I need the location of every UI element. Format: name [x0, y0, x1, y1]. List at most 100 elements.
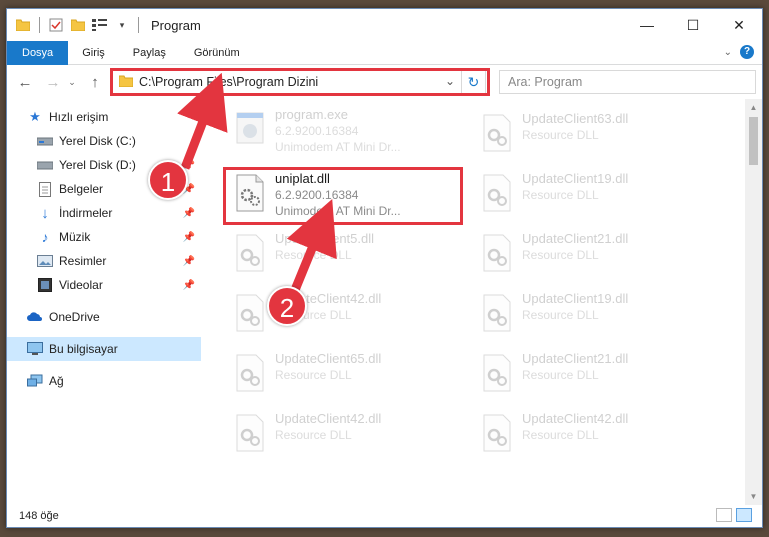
step-1-badge: 1	[148, 160, 188, 200]
sidebar-item-label: Ağ	[49, 374, 64, 388]
new-folder-icon[interactable]	[70, 17, 86, 33]
file-item[interactable]: program.exe 6.2.9200.16384 Unimodem AT M…	[215, 103, 445, 159]
customize-qat-chevron-icon[interactable]: ▾	[114, 17, 130, 33]
address-dropdown-chevron-icon[interactable]: ⌄	[445, 74, 455, 88]
file-name: UpdateClient21.dll	[522, 351, 629, 366]
refresh-button[interactable]: ↻	[462, 70, 486, 94]
help-icon[interactable]: ?	[740, 45, 754, 59]
sidebar-item-onedrive[interactable]: OneDrive	[7, 305, 201, 329]
file-type: Resource DLL	[275, 428, 352, 442]
music-icon: ♪	[41, 229, 49, 245]
ribbon-tabs: Dosya Giriş Paylaş Görünüm ⌄ ?	[7, 40, 762, 65]
dll-file-icon	[480, 173, 514, 213]
file-item-selected[interactable]: uniplat.dll 6.2.9200.16384 Unimodem AT M…	[215, 167, 445, 223]
download-icon: ↓	[41, 204, 49, 222]
minimize-button[interactable]: —	[624, 9, 670, 41]
vertical-scrollbar[interactable]: ▲ ▼	[745, 99, 762, 505]
pin-icon[interactable]: 📌	[183, 256, 195, 267]
file-item[interactable]: UpdateClient63.dll Resource DLL	[462, 107, 692, 163]
divider	[138, 17, 139, 33]
back-arrow-icon[interactable]: ←	[11, 74, 39, 91]
exe-file-icon	[233, 109, 267, 149]
drive-icon	[37, 157, 53, 173]
drive-icon	[37, 133, 53, 149]
sidebar-item-music[interactable]: ♪ Müzik 📌	[7, 225, 201, 249]
file-description: Unimodem AT Mini Dr...	[275, 140, 401, 154]
scrollbar-thumb[interactable]	[749, 117, 758, 165]
window-controls: — ☐ ✕	[624, 9, 762, 41]
computer-icon	[27, 341, 43, 357]
navigation-bar: ← → ⌄ ↑ C:\Program Files\Program Dizini …	[7, 65, 762, 99]
dll-file-icon	[480, 353, 514, 393]
main-area: ★ Hızlı erişim Yerel Disk (C:) Yerel Dis…	[7, 99, 762, 505]
file-item[interactable]: UpdateClient42.dll Resource DLL	[215, 287, 445, 343]
sidebar-item-label: Yerel Disk (D:)	[59, 158, 136, 172]
dll-file-icon	[480, 413, 514, 453]
tab-view[interactable]: Görünüm	[180, 41, 254, 65]
file-type: Resource DLL	[522, 248, 599, 262]
file-name: UpdateClient5.dll	[275, 231, 375, 246]
sidebar-item-label: Yerel Disk (C:)	[59, 134, 136, 148]
details-view-button[interactable]	[716, 508, 732, 522]
close-button[interactable]: ✕	[716, 9, 762, 41]
file-item[interactable]: UpdateClient21.dll Resource DLL	[462, 347, 692, 403]
sidebar-item-network[interactable]: Ağ	[7, 369, 201, 393]
tiles-view-button[interactable]	[736, 508, 752, 522]
sidebar-item-quick-access[interactable]: ★ Hızlı erişim	[7, 105, 201, 129]
title-bar: ▾ Program — ☐ ✕	[7, 9, 762, 41]
sidebar-item-label: Videolar	[59, 278, 103, 292]
file-item[interactable]: UpdateClient42.dll Resource DLL	[215, 407, 445, 463]
file-item[interactable]: UpdateClient19.dll Resource DLL	[462, 167, 692, 223]
pictures-icon	[37, 253, 53, 269]
properties-icon[interactable]	[48, 17, 64, 33]
view-options-icon[interactable]	[92, 17, 108, 33]
scroll-up-arrow-icon[interactable]: ▲	[745, 103, 762, 112]
sidebar-item-this-pc[interactable]: Bu bilgisayar	[7, 337, 201, 361]
sidebar-item-downloads[interactable]: ↓ İndirmeler 📌	[7, 201, 201, 225]
pin-icon[interactable]: 📌	[183, 208, 195, 219]
pin-icon[interactable]: 📌	[183, 232, 195, 243]
star-icon: ★	[29, 109, 41, 124]
file-item[interactable]: UpdateClient19.dll Resource DLL	[462, 287, 692, 343]
dll-file-icon	[480, 233, 514, 273]
sidebar-item-label: Hızlı erişim	[49, 110, 109, 124]
sidebar-item-label: OneDrive	[49, 310, 100, 324]
tab-share[interactable]: Paylaş	[119, 41, 180, 65]
pin-icon[interactable]: 📌	[183, 280, 195, 291]
search-input[interactable]: Ara: Program	[499, 70, 756, 94]
network-icon	[27, 373, 43, 389]
quick-access-toolbar: ▾	[7, 17, 141, 33]
scroll-down-arrow-icon[interactable]: ▼	[745, 492, 762, 501]
sidebar-item-videos[interactable]: Videolar 📌	[7, 273, 201, 297]
file-name: uniplat.dll	[275, 171, 330, 186]
file-type: Resource DLL	[522, 368, 599, 382]
file-type: Resource DLL	[275, 368, 352, 382]
file-item[interactable]: UpdateClient42.dll Resource DLL	[462, 407, 692, 463]
file-item[interactable]: UpdateClient21.dll Resource DLL	[462, 227, 692, 283]
documents-icon	[37, 181, 53, 197]
sidebar-item-label: Belgeler	[59, 182, 104, 196]
recent-locations-chevron-icon[interactable]: ⌄	[67, 77, 77, 88]
tab-file[interactable]: Dosya	[7, 40, 69, 65]
file-name: UpdateClient21.dll	[522, 231, 629, 246]
address-bar[interactable]: C:\Program Files\Program Dizini ⌄	[112, 70, 462, 94]
file-version: 6.2.9200.16384	[275, 188, 359, 202]
up-arrow-icon[interactable]: ↑	[81, 74, 109, 91]
tab-home[interactable]: Giriş	[68, 41, 119, 65]
dll-file-icon	[233, 413, 267, 453]
sidebar-item-pictures[interactable]: Resimler 📌	[7, 249, 201, 273]
expand-ribbon-chevron-icon[interactable]: ⌄	[724, 47, 732, 58]
maximize-button[interactable]: ☐	[670, 9, 716, 41]
cloud-icon	[27, 309, 43, 325]
file-item[interactable]: UpdateClient5.dll Resource DLL	[215, 227, 445, 283]
divider	[39, 17, 40, 33]
file-type: Resource DLL	[522, 308, 599, 322]
sidebar-item-local-disk-c[interactable]: Yerel Disk (C:)	[7, 129, 201, 153]
file-item[interactable]: UpdateClient65.dll Resource DLL	[215, 347, 445, 403]
file-name: UpdateClient19.dll	[522, 291, 629, 306]
file-name: UpdateClient19.dll	[522, 171, 629, 186]
forward-arrow-icon[interactable]: →	[39, 74, 67, 91]
dll-file-icon	[480, 293, 514, 333]
dll-file-icon	[233, 233, 267, 273]
search-placeholder: Ara: Program	[508, 75, 583, 89]
